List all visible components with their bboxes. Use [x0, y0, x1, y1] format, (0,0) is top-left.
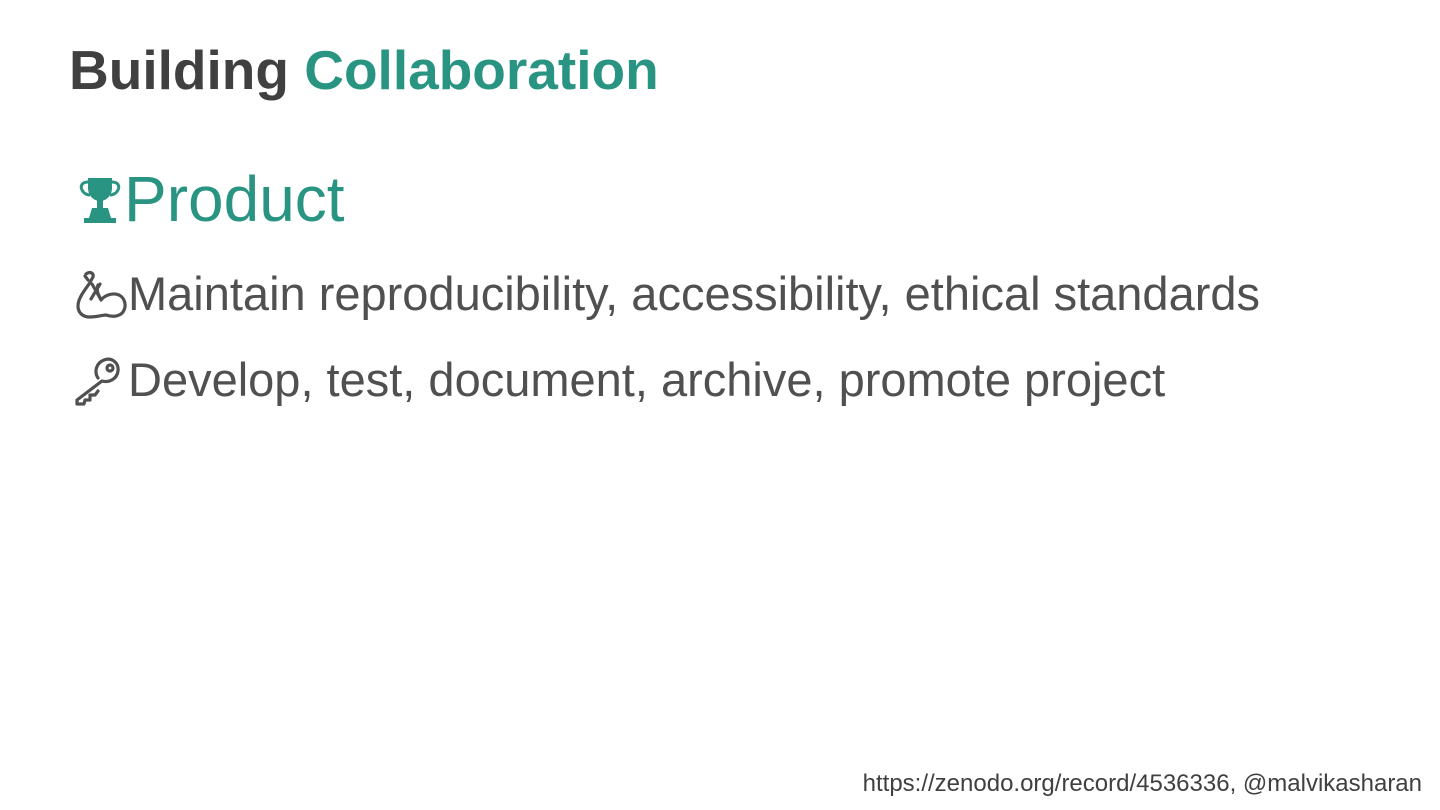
footer-citation: https://zenodo.org/record/4536336, @malv…: [862, 770, 1422, 797]
bullet-text-project: Develop, test, document, archive, promot…: [128, 353, 1166, 406]
section-heading-product: Product: [78, 164, 345, 234]
key-icon: [72, 354, 128, 406]
section-label: Product: [124, 163, 345, 235]
title-part-building: Building: [69, 39, 289, 101]
bullet-text-standards: Maintain reproducibility, accessibility,…: [128, 267, 1260, 320]
title-part-collaboration: Collaboration: [304, 39, 659, 101]
bullet-item-project: Develop, test, document, archive, promot…: [72, 352, 1165, 408]
arm-flex-icon: [72, 268, 128, 320]
bullet-item-standards: Maintain reproducibility, accessibility,…: [72, 266, 1260, 322]
trophy-icon: [78, 174, 122, 224]
slide-title: Building Collaboration: [69, 38, 659, 102]
